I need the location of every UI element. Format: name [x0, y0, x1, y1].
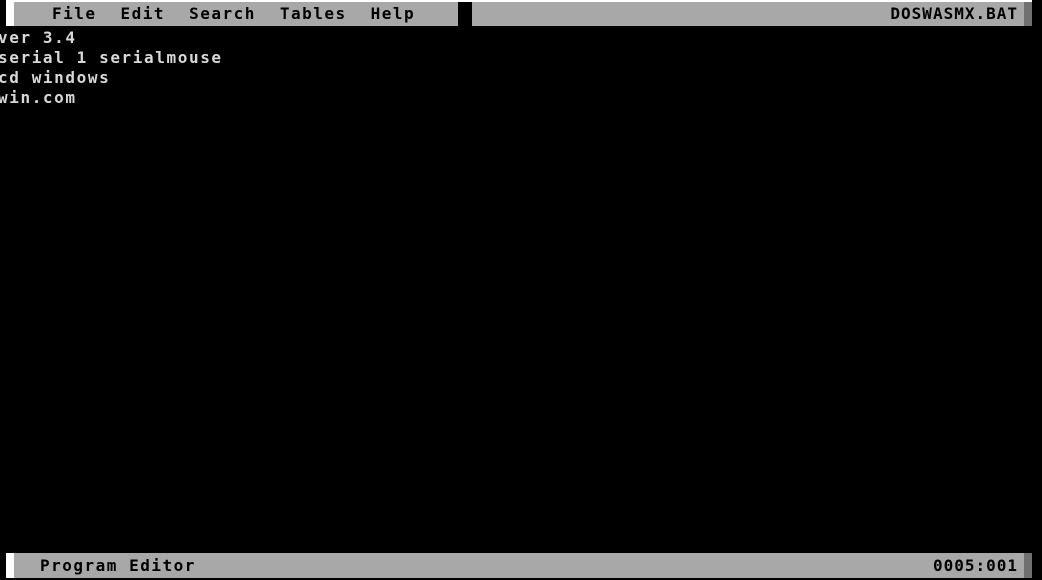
menu-item-search[interactable]: Search — [177, 2, 268, 26]
editor-line: serial 1 serialmouse — [0, 48, 223, 67]
statusbar-right-shadow — [1024, 553, 1032, 578]
editor-line: ver 3.4 — [0, 28, 77, 47]
menu-item-tables[interactable]: Tables — [268, 2, 359, 26]
dos-editor-window: File Edit Search Tables Help DOSWASMX.BA… — [0, 0, 1042, 580]
menubar-left-marker — [6, 2, 14, 26]
menu-item-help[interactable]: Help — [359, 2, 428, 26]
menu-cursor-block — [458, 2, 472, 26]
status-mode-label: Program Editor — [40, 556, 196, 575]
text-editor-area[interactable]: ver 3.4 serial 1 serialmouse cd windows … — [0, 28, 1042, 548]
status-cursor-position: 0005:001 — [932, 556, 1018, 575]
menu-item-list: File Edit Search Tables Help — [40, 2, 427, 26]
menubar-right-shadow — [1024, 2, 1032, 26]
menu-item-edit[interactable]: Edit — [109, 2, 178, 26]
window-title: DOSWASMX.BAT — [890, 4, 1018, 23]
statusbar-left-marker — [6, 553, 14, 578]
menu-item-file[interactable]: File — [40, 2, 109, 26]
editor-line: cd windows — [0, 68, 111, 87]
editor-line: win.com — [0, 88, 77, 107]
